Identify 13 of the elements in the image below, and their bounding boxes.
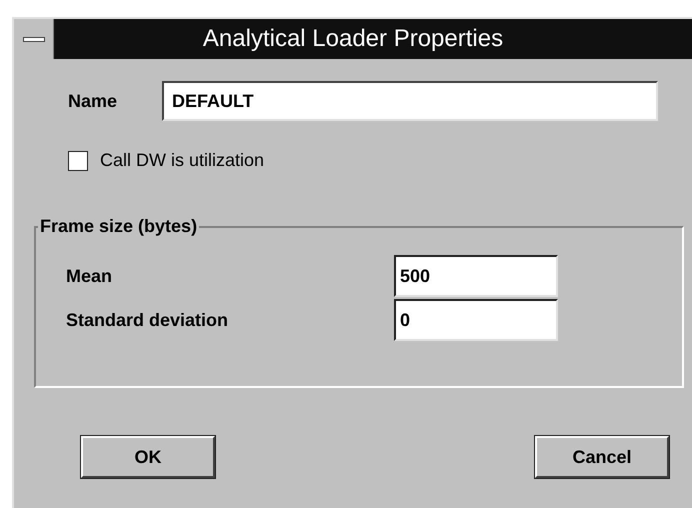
field-label: Standard deviation — [66, 308, 230, 332]
name-field[interactable]: DEFAULT — [162, 81, 658, 121]
minus-icon — [22, 36, 44, 42]
ok-button[interactable]: OK — [81, 436, 215, 478]
name-label: Name — [68, 90, 118, 112]
window-title: Analytical Loader Properties — [202, 24, 504, 54]
number-field[interactable]: 0 — [394, 299, 558, 341]
checkbox[interactable] — [68, 150, 88, 170]
checkbox-label: Call DW is utilization — [100, 149, 264, 172]
system-menu-button[interactable] — [14, 19, 54, 59]
cancel-button[interactable]: Cancel — [535, 436, 669, 478]
number-field[interactable]: 500 — [394, 255, 558, 297]
field-label: Mean — [66, 264, 114, 288]
